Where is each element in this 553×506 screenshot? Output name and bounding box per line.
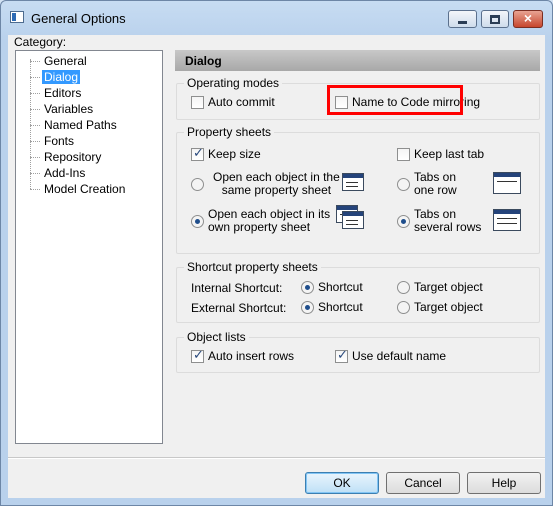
radio-label-line: same property sheet xyxy=(221,183,332,197)
tree-item-label: Named Paths xyxy=(44,118,117,132)
panel-title: Dialog xyxy=(185,54,222,68)
property-sheet-icon xyxy=(342,211,364,229)
group-label: Shortcut property sheets xyxy=(184,260,321,274)
radio-dot xyxy=(397,301,410,314)
external-shortcut-label: External Shortcut: xyxy=(191,301,287,315)
tree-item-label: Repository xyxy=(44,150,102,164)
cancel-button[interactable]: Cancel xyxy=(386,472,460,494)
radio-label: Open each object in the same property sh… xyxy=(213,171,340,197)
internal-shortcut-label: Internal Shortcut: xyxy=(191,281,283,295)
close-button[interactable]: × xyxy=(513,10,543,28)
help-button[interactable]: Help xyxy=(467,472,541,494)
checkbox-label: Auto commit xyxy=(208,95,275,109)
footer-divider xyxy=(8,457,545,459)
maximize-button[interactable] xyxy=(481,10,509,28)
checkbox-label: Auto insert rows xyxy=(208,349,295,363)
checkbox-box xyxy=(335,348,348,363)
shortcut-group: Shortcut property sheets Internal Shortc… xyxy=(176,260,540,323)
checkbox-box xyxy=(191,146,204,161)
radio-dot xyxy=(397,215,410,228)
property-sheets-group: Property sheets Keep size Keep last tab … xyxy=(176,125,540,254)
tree-item-label: Fonts xyxy=(44,134,75,148)
window-title: General Options xyxy=(31,11,126,26)
open-own-sheet-radio[interactable]: Open each object in its own property she… xyxy=(191,208,331,234)
radio-label-line: one row xyxy=(414,183,457,197)
checkbox-label: Use default name xyxy=(352,349,447,363)
object-lists-group: Object lists Auto insert rows Use defaul… xyxy=(176,330,540,373)
tabs-one-row-radio[interactable]: Tabs on one row xyxy=(397,171,467,197)
radio-label-line: several rows xyxy=(414,220,482,234)
property-sheet-icon xyxy=(342,173,364,191)
radio-dot xyxy=(191,215,204,228)
checkbox-box xyxy=(397,148,410,161)
radio-label: Target object xyxy=(414,280,483,294)
tree-item-label: General xyxy=(44,54,87,68)
red-highlight-box xyxy=(327,85,463,115)
radio-label: Shortcut xyxy=(318,300,363,314)
radio-label: Shortcut xyxy=(318,280,363,294)
radio-label: Target object xyxy=(414,300,483,314)
checkbox-label: Keep size xyxy=(208,147,261,161)
tree-connector xyxy=(30,59,31,189)
panel-header: Dialog xyxy=(175,50,540,71)
radio-label: Open each object in its own property she… xyxy=(208,208,330,234)
checkbox-box xyxy=(191,348,204,363)
radio-dot xyxy=(301,301,314,314)
minimize-button[interactable] xyxy=(448,10,477,28)
general-options-window: General Options × Category: General Dial… xyxy=(0,0,553,506)
property-sheet-icon xyxy=(493,209,521,231)
ok-button[interactable]: OK xyxy=(305,472,379,494)
open-same-sheet-radio[interactable]: Open each object in the same property sh… xyxy=(191,171,340,197)
radio-label: Tabs on one row xyxy=(414,171,457,197)
dialog-client: Category: General Dialog Editors Variabl… xyxy=(8,35,545,498)
close-icon: × xyxy=(523,10,533,26)
radio-dot xyxy=(191,178,204,191)
group-label: Object lists xyxy=(184,330,249,344)
category-tree[interactable]: General Dialog Editors Variables Named P… xyxy=(15,50,163,444)
group-label: Operating modes xyxy=(184,76,283,90)
tree-item-label: Editors xyxy=(44,86,82,100)
tree-item-label: Dialog xyxy=(42,70,81,84)
group-label: Property sheets xyxy=(184,125,275,139)
category-label: Category: xyxy=(14,35,67,49)
radio-label-line: own property sheet xyxy=(208,220,311,234)
radio-dot xyxy=(397,178,410,191)
app-icon[interactable] xyxy=(10,11,24,23)
radio-dot xyxy=(301,281,314,294)
tree-item-label: Model Creation xyxy=(44,182,126,196)
checkbox-box xyxy=(191,96,204,109)
title-bar[interactable]: General Options × xyxy=(1,1,552,35)
checkbox-label: Keep last tab xyxy=(414,147,485,161)
radio-label: Tabs on several rows xyxy=(414,208,481,234)
tree-item-label: Variables xyxy=(44,102,94,116)
tabs-several-rows-radio[interactable]: Tabs on several rows xyxy=(397,208,487,234)
property-sheet-icon xyxy=(493,172,521,194)
radio-dot xyxy=(397,281,410,294)
tree-item-label: Add-Ins xyxy=(44,166,86,180)
